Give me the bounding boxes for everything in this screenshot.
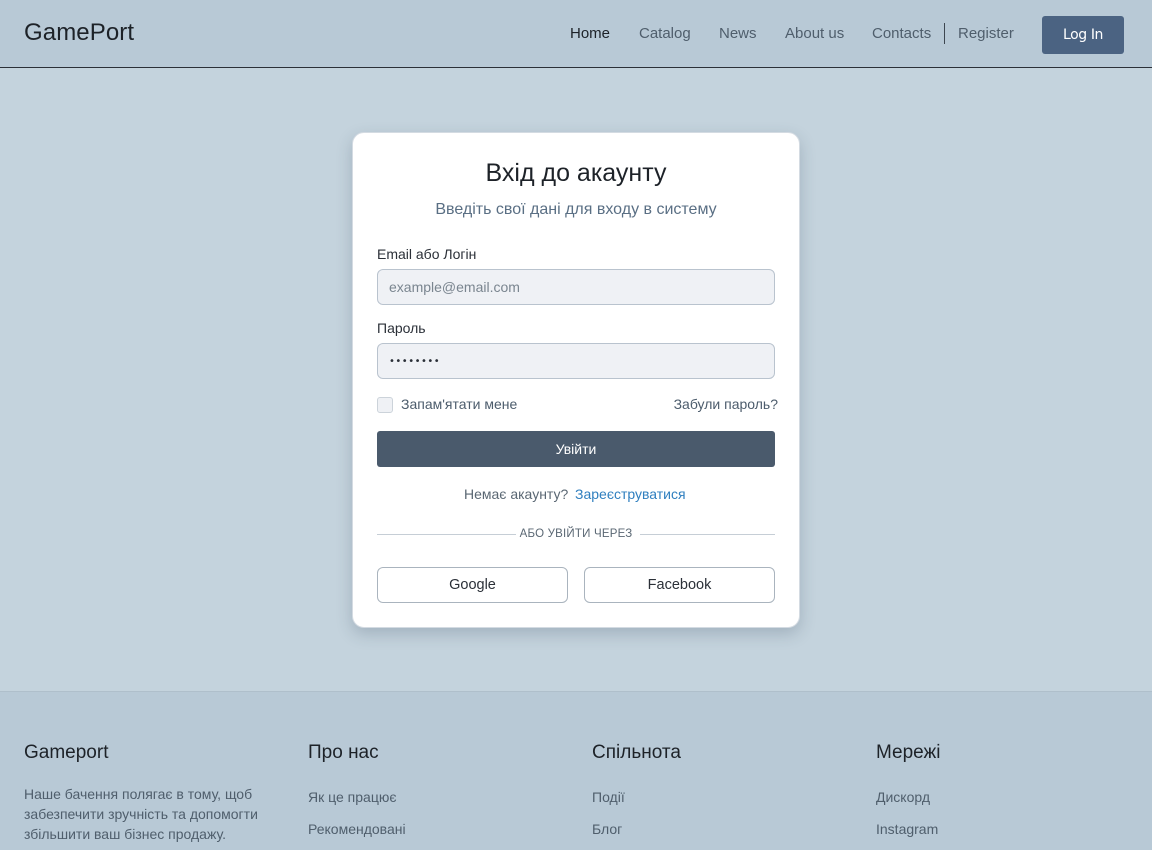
header-login-button[interactable]: Log In [1042,16,1124,54]
submit-login-button[interactable]: Увійти [377,431,775,467]
facebook-login-button[interactable]: Facebook [584,567,775,603]
top-navbar: GamePort Home Catalog News About us Cont… [0,0,1152,68]
site-logo[interactable]: GamePort [24,19,134,47]
nav-about-us[interactable]: About us [785,25,844,42]
email-input[interactable] [377,269,775,305]
login-title: Вхід до акаунту [485,159,667,187]
password-label: Пароль [377,320,426,336]
no-account-text: Немає акаунту? [464,486,569,502]
google-login-button[interactable]: Google [377,567,568,603]
login-subtitle: Введіть свої дані для входу в систему [435,201,717,218]
footer-brand-title: Gameport [24,742,109,763]
password-input[interactable] [377,343,775,379]
nav-divider [944,23,945,44]
remember-me-label[interactable]: Запам'ятати мене [401,396,517,412]
footer-link-how-it-works[interactable]: Як це працює [308,789,396,805]
footer-link-instagram[interactable]: Instagram [876,821,938,837]
nav-catalog[interactable]: Catalog [639,25,691,42]
remember-me-checkbox[interactable] [377,397,393,413]
forgot-password-link[interactable]: Забули пароль? [674,396,778,412]
footer-link-events[interactable]: Події [592,789,625,805]
nav-register[interactable]: Register [958,25,1014,42]
login-card: Вхід до акаунту Введіть свої дані для вх… [352,132,800,628]
footer-link-discord[interactable]: Дискорд [876,789,930,805]
nav-contacts[interactable]: Contacts [872,25,931,42]
footer-description: Наше бачення полягає в тому, щоб забезпе… [24,786,258,842]
footer-link-blog[interactable]: Блог [592,821,622,837]
nav-home[interactable]: Home [570,25,610,42]
nav-news[interactable]: News [719,25,757,42]
divider-line-right [640,534,775,535]
footer-community-heading: Спільнота [592,742,681,763]
footer-link-recommended[interactable]: Рекомендовані [308,821,406,837]
footer: Gameport Наше бачення полягає в тому, що… [0,691,1152,850]
footer-networks-heading: Мережі [876,742,941,763]
footer-about-heading: Про нас [308,742,379,763]
email-label: Email або Логін [377,246,477,262]
register-link[interactable]: Зареєструватися [575,486,686,502]
